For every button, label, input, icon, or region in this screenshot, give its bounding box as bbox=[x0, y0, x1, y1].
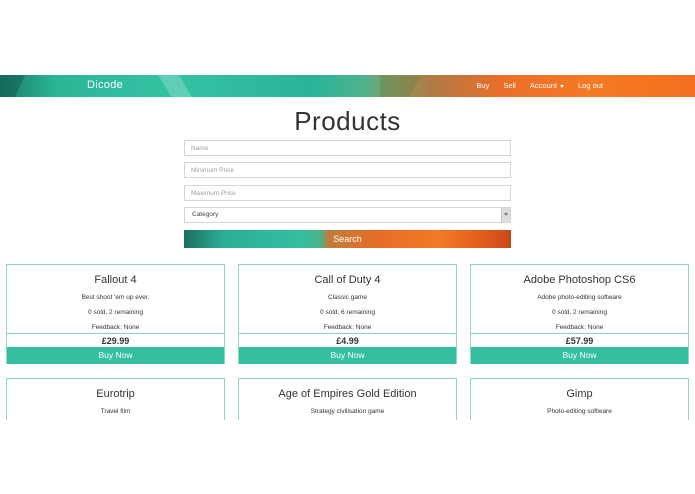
nav-account-label: Account bbox=[529, 81, 557, 90]
navbar-facet-decoration bbox=[380, 75, 450, 97]
product-name[interactable]: Call of Duty 4 bbox=[239, 274, 456, 286]
product-name[interactable]: Gimp bbox=[471, 388, 688, 400]
name-input[interactable] bbox=[184, 140, 511, 156]
min-price-input[interactable] bbox=[184, 162, 511, 178]
product-price: £57.99 bbox=[471, 333, 688, 347]
product-price: £29.99 bbox=[7, 333, 224, 347]
nav-sell-link[interactable]: Sell bbox=[503, 81, 516, 90]
nav-buy-link[interactable]: Buy bbox=[476, 81, 489, 90]
product-stock: 0 sold, 2 remaining bbox=[88, 309, 143, 316]
caret-down-icon bbox=[559, 84, 564, 88]
select-arrow-icon bbox=[501, 208, 510, 222]
product-card: Age of Empires Gold Edition Strategy civ… bbox=[238, 378, 457, 420]
product-description: Classic game bbox=[327, 294, 367, 301]
nav-logout-link[interactable]: Log out bbox=[578, 81, 603, 90]
product-stock: 0 sold, 2 remaining bbox=[552, 309, 607, 316]
product-card: Call of Duty 4 Classic game 0 sold, 6 re… bbox=[238, 264, 457, 364]
product-feedback: Feedback: None bbox=[91, 324, 140, 331]
category-select[interactable]: Category bbox=[184, 207, 511, 223]
product-stock: 0 sold, 6 remaining bbox=[320, 309, 375, 316]
search-button[interactable]: Search bbox=[184, 230, 511, 248]
buy-now-button[interactable]: Buy Now bbox=[239, 347, 456, 364]
product-description: Travel film bbox=[100, 408, 131, 415]
brand-logo[interactable]: Dicode bbox=[87, 79, 123, 91]
product-name[interactable]: Eurotrip bbox=[7, 388, 224, 400]
product-description: Strategy civilisation game bbox=[310, 408, 385, 415]
buy-now-button[interactable]: Buy Now bbox=[471, 347, 688, 364]
product-card: Adobe Photoshop CS6 Adobe photo-editing … bbox=[470, 264, 689, 364]
top-navbar: Dicode Buy Sell Account Log out bbox=[0, 75, 695, 97]
nav-account-dropdown[interactable]: Account bbox=[530, 81, 564, 90]
navbar-facet-decoration bbox=[130, 75, 220, 97]
nav-links: Buy Sell Account Log out bbox=[476, 81, 603, 90]
page-title: Products bbox=[294, 106, 401, 136]
product-card: Fallout 4 Best shoot 'em up ever. 0 sold… bbox=[6, 264, 225, 364]
product-name[interactable]: Fallout 4 bbox=[7, 274, 224, 286]
product-feedback: Feedback: None bbox=[555, 324, 604, 331]
category-select-value: Category bbox=[192, 211, 219, 218]
product-description: Best shoot 'em up ever. bbox=[81, 294, 150, 301]
product-feedback: Feedback: None bbox=[323, 324, 372, 331]
buy-now-button[interactable]: Buy Now bbox=[7, 347, 224, 364]
product-name[interactable]: Age of Empires Gold Edition bbox=[239, 388, 456, 400]
product-price: £4.99 bbox=[239, 333, 456, 347]
product-description: Photo-editing software bbox=[547, 408, 612, 415]
navbar-facet-decoration bbox=[0, 75, 40, 97]
max-price-input[interactable] bbox=[184, 185, 511, 201]
product-card: Eurotrip Travel film bbox=[6, 378, 225, 420]
product-name[interactable]: Adobe Photoshop CS6 bbox=[471, 274, 688, 286]
product-description: Adobe photo-editing software bbox=[537, 294, 622, 301]
product-card: Gimp Photo-editing software bbox=[470, 378, 689, 420]
